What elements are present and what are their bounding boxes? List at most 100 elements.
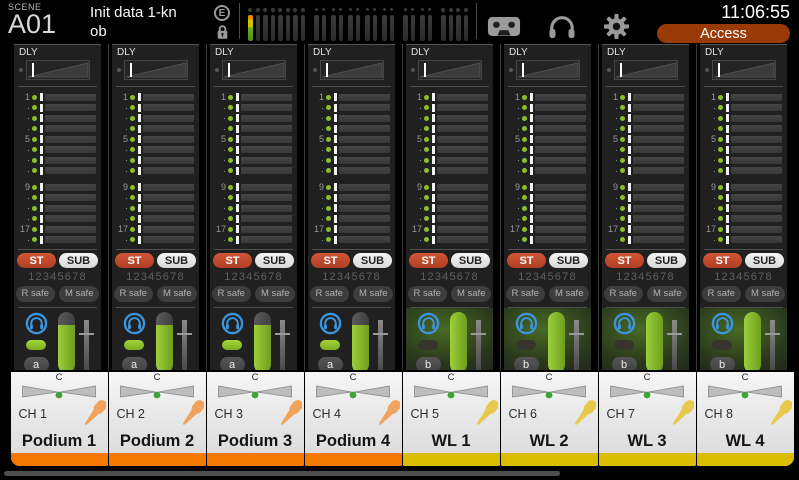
send-row[interactable]: · xyxy=(702,103,782,114)
send-row[interactable]: · xyxy=(114,145,194,156)
recall-safe-button[interactable]: R safe xyxy=(114,286,153,302)
send-row[interactable]: · xyxy=(114,103,194,114)
input-ab-button[interactable]: b xyxy=(416,357,441,370)
fader[interactable] xyxy=(646,312,663,370)
channel-on-button[interactable] xyxy=(418,340,438,350)
send-row[interactable]: · xyxy=(408,103,488,114)
st-bus-button[interactable]: ST xyxy=(311,253,350,268)
delay-display[interactable] xyxy=(222,60,286,80)
send-row[interactable]: · xyxy=(310,235,390,246)
send-row[interactable]: 9 xyxy=(506,182,586,193)
send-row[interactable]: 1 xyxy=(702,92,782,103)
channel-on-button[interactable] xyxy=(222,340,242,350)
send-row[interactable]: · xyxy=(114,113,194,124)
send-row[interactable]: · xyxy=(16,113,96,124)
send-row[interactable]: · xyxy=(212,145,292,156)
send-row[interactable]: · xyxy=(604,155,684,166)
send-row[interactable]: · xyxy=(212,155,292,166)
mute-safe-button[interactable]: M safe xyxy=(549,286,590,302)
input-ab-button[interactable]: a xyxy=(24,357,49,370)
cue-headphone-icon[interactable] xyxy=(319,312,342,335)
send-row[interactable]: · xyxy=(604,103,684,114)
send-row[interactable]: · xyxy=(604,203,684,214)
channel-on-button[interactable] xyxy=(124,340,144,350)
send-row[interactable]: · xyxy=(702,193,782,204)
sub-bus-button[interactable]: SUB xyxy=(647,253,686,268)
send-row[interactable]: · xyxy=(604,113,684,124)
send-row[interactable]: 1 xyxy=(16,92,96,103)
send-row[interactable]: · xyxy=(212,203,292,214)
send-row[interactable]: 9 xyxy=(16,182,96,193)
send-row[interactable]: 17 xyxy=(114,224,194,235)
st-bus-button[interactable]: ST xyxy=(409,253,448,268)
delay-display[interactable] xyxy=(124,60,188,80)
send-row[interactable]: · xyxy=(16,203,96,214)
send-row[interactable]: · xyxy=(16,124,96,135)
send-row[interactable]: · xyxy=(702,155,782,166)
recall-safe-button[interactable]: R safe xyxy=(702,286,741,302)
send-row[interactable]: · xyxy=(702,145,782,156)
send-row[interactable]: 17 xyxy=(702,224,782,235)
send-row[interactable]: · xyxy=(506,113,586,124)
send-row[interactable]: · xyxy=(212,124,292,135)
mute-safe-button[interactable]: M safe xyxy=(353,286,394,302)
send-row[interactable]: · xyxy=(310,203,390,214)
send-row[interactable]: · xyxy=(212,193,292,204)
send-row[interactable]: · xyxy=(702,214,782,225)
send-row[interactable]: 9 xyxy=(114,182,194,193)
send-row[interactable]: 5 xyxy=(212,134,292,145)
cue-headphone-icon[interactable] xyxy=(613,312,636,335)
st-bus-button[interactable]: ST xyxy=(605,253,644,268)
channel-name-block[interactable]: C CH 7 WL 3 xyxy=(599,372,696,466)
send-row[interactable]: 1 xyxy=(506,92,586,103)
send-row[interactable]: 5 xyxy=(408,134,488,145)
send-row[interactable]: 5 xyxy=(310,134,390,145)
channel-on-button[interactable] xyxy=(712,340,732,350)
send-row[interactable]: · xyxy=(310,113,390,124)
channel-name-block[interactable]: C CH 3 Podium 3 xyxy=(207,372,304,466)
send-row[interactable]: · xyxy=(310,124,390,135)
send-row[interactable]: · xyxy=(310,155,390,166)
delay-display[interactable] xyxy=(712,60,776,80)
input-ab-button[interactable]: b xyxy=(710,357,735,370)
send-row[interactable]: · xyxy=(212,113,292,124)
send-row[interactable]: · xyxy=(506,145,586,156)
send-row[interactable]: · xyxy=(16,193,96,204)
send-row[interactable]: · xyxy=(604,124,684,135)
delay-display[interactable] xyxy=(26,60,90,80)
mute-safe-button[interactable]: M safe xyxy=(451,286,492,302)
mute-safe-button[interactable]: M safe xyxy=(59,286,100,302)
send-row[interactable]: · xyxy=(702,203,782,214)
fader[interactable] xyxy=(744,312,761,370)
cue-headphone-icon[interactable] xyxy=(123,312,146,335)
channel-name-block[interactable]: C CH 5 WL 1 xyxy=(403,372,500,466)
send-row[interactable]: · xyxy=(408,235,488,246)
send-row[interactable]: · xyxy=(702,166,782,177)
sub-bus-button[interactable]: SUB xyxy=(745,253,784,268)
input-ab-button[interactable]: b xyxy=(514,357,539,370)
delay-display[interactable] xyxy=(516,60,580,80)
send-row[interactable]: · xyxy=(310,103,390,114)
sub-bus-button[interactable]: SUB xyxy=(353,253,392,268)
send-row[interactable]: · xyxy=(212,103,292,114)
input-ab-button[interactable]: b xyxy=(612,357,637,370)
channel-on-button[interactable] xyxy=(26,340,46,350)
cue-headphone-icon[interactable] xyxy=(711,312,734,335)
fader[interactable] xyxy=(352,312,369,370)
cue-headphone-icon[interactable] xyxy=(221,312,244,335)
cue-headphone-icon[interactable] xyxy=(515,312,538,335)
send-row[interactable]: · xyxy=(16,166,96,177)
send-row[interactable]: 1 xyxy=(212,92,292,103)
send-row[interactable]: 17 xyxy=(604,224,684,235)
send-row[interactable]: · xyxy=(16,155,96,166)
send-row[interactable]: · xyxy=(506,155,586,166)
channel-name-block[interactable]: C CH 6 WL 2 xyxy=(501,372,598,466)
send-row[interactable]: · xyxy=(408,166,488,177)
sub-bus-button[interactable]: SUB xyxy=(549,253,588,268)
mute-safe-button[interactable]: M safe xyxy=(255,286,296,302)
st-bus-button[interactable]: ST xyxy=(213,253,252,268)
fader[interactable] xyxy=(450,312,467,370)
channel-on-button[interactable] xyxy=(614,340,634,350)
recall-safe-button[interactable]: R safe xyxy=(16,286,55,302)
send-row[interactable]: · xyxy=(212,235,292,246)
